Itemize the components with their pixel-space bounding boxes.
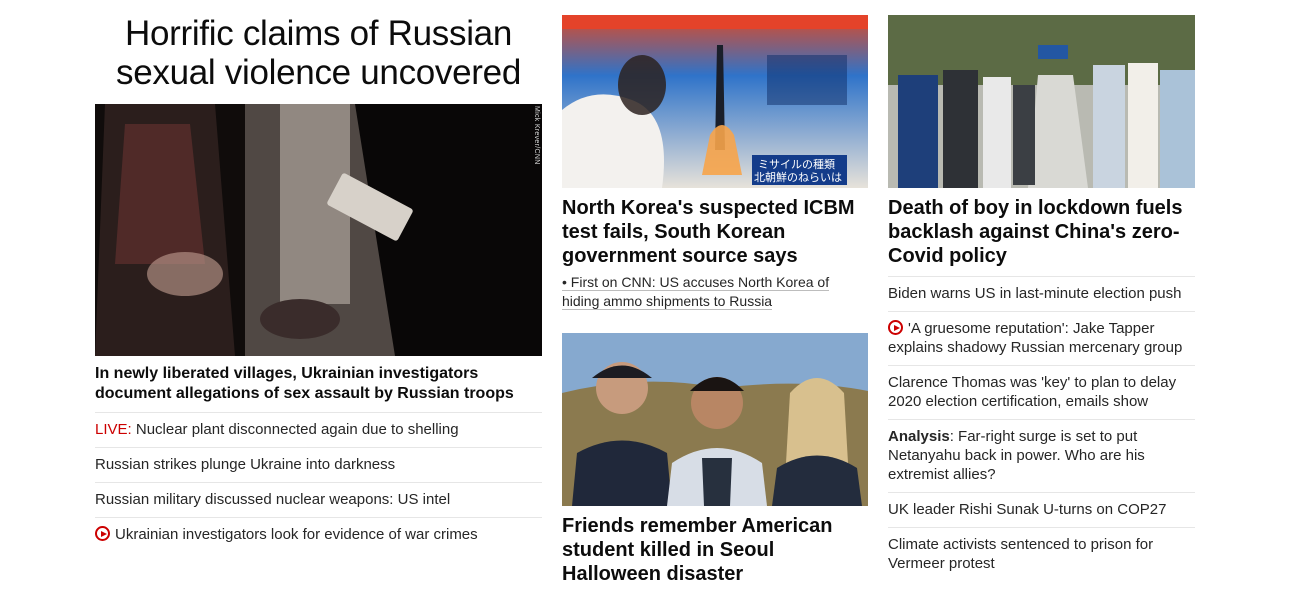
story-link[interactable]: Ukrainian investigators look for evidenc…	[115, 526, 478, 543]
story-link[interactable]: Russian military discussed nuclear weapo…	[95, 491, 450, 508]
korea-related-link[interactable]: • First on CNN: US accuses North Korea o…	[562, 274, 830, 310]
list-item[interactable]: Climate activists sentenced to prison fo…	[888, 527, 1195, 581]
korea-headline[interactable]: North Korea's suspected ICBM test fails,…	[562, 196, 868, 268]
china-photo-illustration	[888, 15, 1195, 188]
list-item[interactable]: LIVE: Nuclear plant disconnected again d…	[95, 412, 542, 447]
hero-photo[interactable]: Mick Krever/CNN	[95, 104, 542, 356]
story-link[interactable]: Climate activists sentenced to prison fo…	[888, 536, 1153, 572]
story-link[interactable]: Russian strikes plunge Ukraine into dark…	[95, 456, 395, 473]
lead-story-column: Horrific claims of Russian sexual violen…	[95, 14, 542, 552]
list-item[interactable]: 'A gruesome reputation': Jake Tapper exp…	[888, 311, 1195, 365]
story-link[interactable]: Nuclear plant disconnected again due to …	[132, 421, 459, 438]
middle-column: ミサイルの種類 北朝鮮のねらいは North Korea's suspected…	[562, 15, 868, 586]
china-queue-photo[interactable]	[888, 15, 1195, 188]
list-item[interactable]: Russian strikes plunge Ukraine into dark…	[95, 447, 542, 482]
story-link[interactable]: 'A gruesome reputation': Jake Tapper exp…	[888, 320, 1182, 356]
live-badge: LIVE:	[95, 421, 132, 438]
list-item[interactable]: Biden warns US in last-minute election p…	[888, 276, 1195, 311]
hero-photo-illustration	[95, 104, 542, 356]
friends-photo[interactable]	[562, 333, 868, 506]
story-link[interactable]: Biden warns US in last-minute election p…	[888, 285, 1181, 302]
list-item[interactable]: Ukrainian investigators look for evidenc…	[95, 517, 542, 552]
list-item[interactable]: Analysis: Far-right surge is set to put …	[888, 419, 1195, 492]
list-item[interactable]: Clarence Thomas was 'key' to plan to del…	[888, 365, 1195, 419]
right-story-list: Biden warns US in last-minute election p…	[888, 276, 1195, 581]
friends-photo-illustration	[562, 333, 868, 506]
play-video-icon	[95, 526, 110, 541]
photo-credit: Mick Krever/CNN	[533, 106, 540, 165]
list-item[interactable]: Russian military discussed nuclear weapo…	[95, 482, 542, 517]
story-link[interactable]: UK leader Rishi Sunak U-turns on COP27	[888, 501, 1166, 518]
friends-headline[interactable]: Friends remember American student killed…	[562, 514, 868, 586]
left-story-list: LIVE: Nuclear plant disconnected again d…	[95, 412, 542, 552]
right-column: Death of boy in lockdown fuels backlash …	[888, 15, 1195, 581]
lead-headline[interactable]: In newly liberated villages, Ukrainian i…	[95, 364, 542, 412]
screen-caption-line-2: 北朝鮮のねらいは	[754, 172, 842, 184]
china-headline[interactable]: Death of boy in lockdown fuels backlash …	[888, 196, 1195, 276]
screen-caption-line-1: ミサイルの種類	[758, 159, 835, 171]
play-video-icon	[888, 320, 903, 335]
hero-headline[interactable]: Horrific claims of Russian sexual violen…	[95, 14, 542, 92]
story-link[interactable]: Clarence Thomas was 'key' to plan to del…	[888, 374, 1176, 410]
list-item[interactable]: UK leader Rishi Sunak U-turns on COP27	[888, 492, 1195, 527]
korea-missile-photo[interactable]: ミサイルの種類 北朝鮮のねらいは	[562, 15, 868, 188]
analysis-label: Analysis	[888, 428, 950, 445]
